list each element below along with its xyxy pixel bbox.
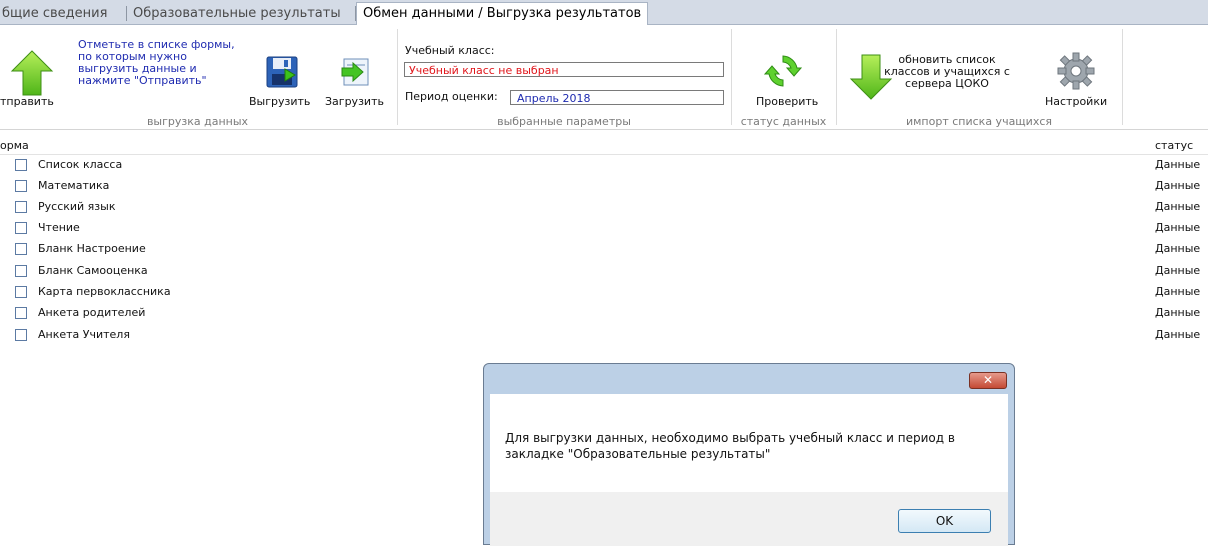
list-row[interactable]: Бланк Самооценка Данные bbox=[0, 262, 1208, 283]
send-label: тправить bbox=[0, 95, 54, 108]
list-header: орма статус bbox=[0, 138, 1208, 155]
class-field[interactable]: Учебный класс не выбран bbox=[404, 62, 724, 77]
update-list-text: обновить список классов и учащихся с сер… bbox=[884, 53, 1010, 90]
list-row[interactable]: Список класса Данные bbox=[0, 156, 1208, 177]
row-label: Математика bbox=[38, 179, 110, 192]
unload-label: Выгрузить bbox=[249, 95, 311, 108]
check-button[interactable]: Проверить bbox=[735, 49, 830, 109]
row-checkbox[interactable] bbox=[15, 159, 27, 171]
gear-icon bbox=[1057, 52, 1095, 90]
row-label: Список класса bbox=[38, 158, 123, 171]
row-checkbox[interactable] bbox=[15, 201, 27, 213]
green-up-arrow-icon bbox=[10, 50, 54, 96]
group-label-export: выгрузка данных bbox=[146, 115, 249, 128]
load-label: Загрузить bbox=[325, 95, 384, 108]
row-checkbox[interactable] bbox=[15, 222, 27, 234]
list-row[interactable]: Бланк Настроение Данные bbox=[0, 240, 1208, 261]
column-header-status[interactable]: статус bbox=[1155, 139, 1193, 153]
export-hint: Отметьте в списке формы, по которым нужн… bbox=[78, 38, 235, 87]
row-status: Данные bbox=[1155, 306, 1201, 319]
ribbon: тправить Отметьте в списке формы, по кот… bbox=[0, 25, 1208, 130]
row-label: Чтение bbox=[38, 221, 80, 234]
send-button[interactable]: тправить bbox=[0, 45, 68, 109]
row-status: Данные bbox=[1155, 179, 1201, 192]
list-row[interactable]: Анкета родителей Данные bbox=[0, 304, 1208, 325]
row-label: Анкета родителей bbox=[38, 306, 146, 319]
row-status: Данные bbox=[1155, 221, 1201, 234]
list-row[interactable]: Карта первоклассника Данные bbox=[0, 283, 1208, 304]
list-row[interactable]: Математика Данные bbox=[0, 177, 1208, 198]
row-status: Данные bbox=[1155, 264, 1201, 277]
row-checkbox[interactable] bbox=[15, 243, 27, 255]
row-checkbox[interactable] bbox=[15, 307, 27, 319]
row-status: Данные bbox=[1155, 242, 1201, 255]
row-checkbox[interactable] bbox=[15, 180, 27, 192]
settings-button[interactable]: Настройки bbox=[1040, 49, 1118, 109]
unload-button[interactable]: Выгрузить bbox=[249, 51, 315, 109]
column-header-form[interactable]: орма bbox=[0, 139, 29, 153]
tab-data-exchange[interactable]: Обмен данными / Выгрузка результатов bbox=[356, 2, 649, 25]
check-label: Проверить bbox=[756, 95, 819, 108]
list-row[interactable]: Анкета Учителя Данные bbox=[0, 326, 1208, 347]
tab-separator bbox=[126, 6, 127, 21]
period-field[interactable]: Апрель 2018 bbox=[510, 90, 724, 105]
dialog-body: Для выгрузки данных, необходимо выбрать … bbox=[490, 394, 1008, 492]
row-label: Бланк Самооценка bbox=[38, 264, 148, 277]
list-row[interactable]: Чтение Данные bbox=[0, 219, 1208, 240]
floppy-disk-icon bbox=[266, 56, 298, 88]
refresh-arrows-icon bbox=[763, 55, 803, 87]
row-status: Данные bbox=[1155, 200, 1201, 213]
class-label: Учебный класс: bbox=[405, 44, 495, 57]
group-label-status: статус данных bbox=[740, 115, 827, 128]
row-label: Карта первоклассника bbox=[38, 285, 171, 298]
close-icon[interactable]: ✕ bbox=[969, 372, 1007, 389]
list-row[interactable]: Русский язык Данные bbox=[0, 198, 1208, 219]
group-separator bbox=[836, 29, 837, 125]
row-checkbox[interactable] bbox=[15, 265, 27, 277]
row-status: Данные bbox=[1155, 328, 1201, 341]
arrow-into-box-icon bbox=[341, 58, 369, 86]
row-checkbox[interactable] bbox=[15, 329, 27, 341]
row-label: Русский язык bbox=[38, 200, 116, 213]
update-list-button[interactable]: обновить список классов и учащихся с сер… bbox=[845, 51, 1035, 101]
ok-button[interactable]: OK bbox=[898, 509, 991, 533]
row-status: Данные bbox=[1155, 158, 1201, 171]
group-label-params: выбранные параметры bbox=[497, 115, 631, 128]
tab-general-info[interactable]: бщие сведения bbox=[2, 4, 107, 23]
dialog-footer: OK bbox=[490, 492, 1008, 546]
row-label: Бланк Настроение bbox=[38, 242, 146, 255]
row-label: Анкета Учителя bbox=[38, 328, 130, 341]
period-label: Период оценки: bbox=[405, 90, 498, 103]
message-dialog: ✕ Для выгрузки данных, необходимо выбрат… bbox=[483, 363, 1015, 546]
row-status: Данные bbox=[1155, 285, 1201, 298]
row-checkbox[interactable] bbox=[15, 286, 27, 298]
tab-educational-results[interactable]: Образовательные результаты bbox=[133, 4, 341, 23]
settings-label: Настройки bbox=[1045, 95, 1108, 108]
tab-bar: бщие сведения Образовательные результаты… bbox=[0, 0, 1208, 25]
group-separator bbox=[731, 29, 732, 125]
group-label-import: импорт списка учащихся bbox=[905, 115, 1052, 128]
group-separator bbox=[1122, 29, 1123, 125]
dialog-message: Для выгрузки данных, необходимо выбрать … bbox=[505, 431, 955, 461]
load-button[interactable]: Загрузить bbox=[315, 51, 395, 109]
group-separator bbox=[397, 29, 398, 125]
